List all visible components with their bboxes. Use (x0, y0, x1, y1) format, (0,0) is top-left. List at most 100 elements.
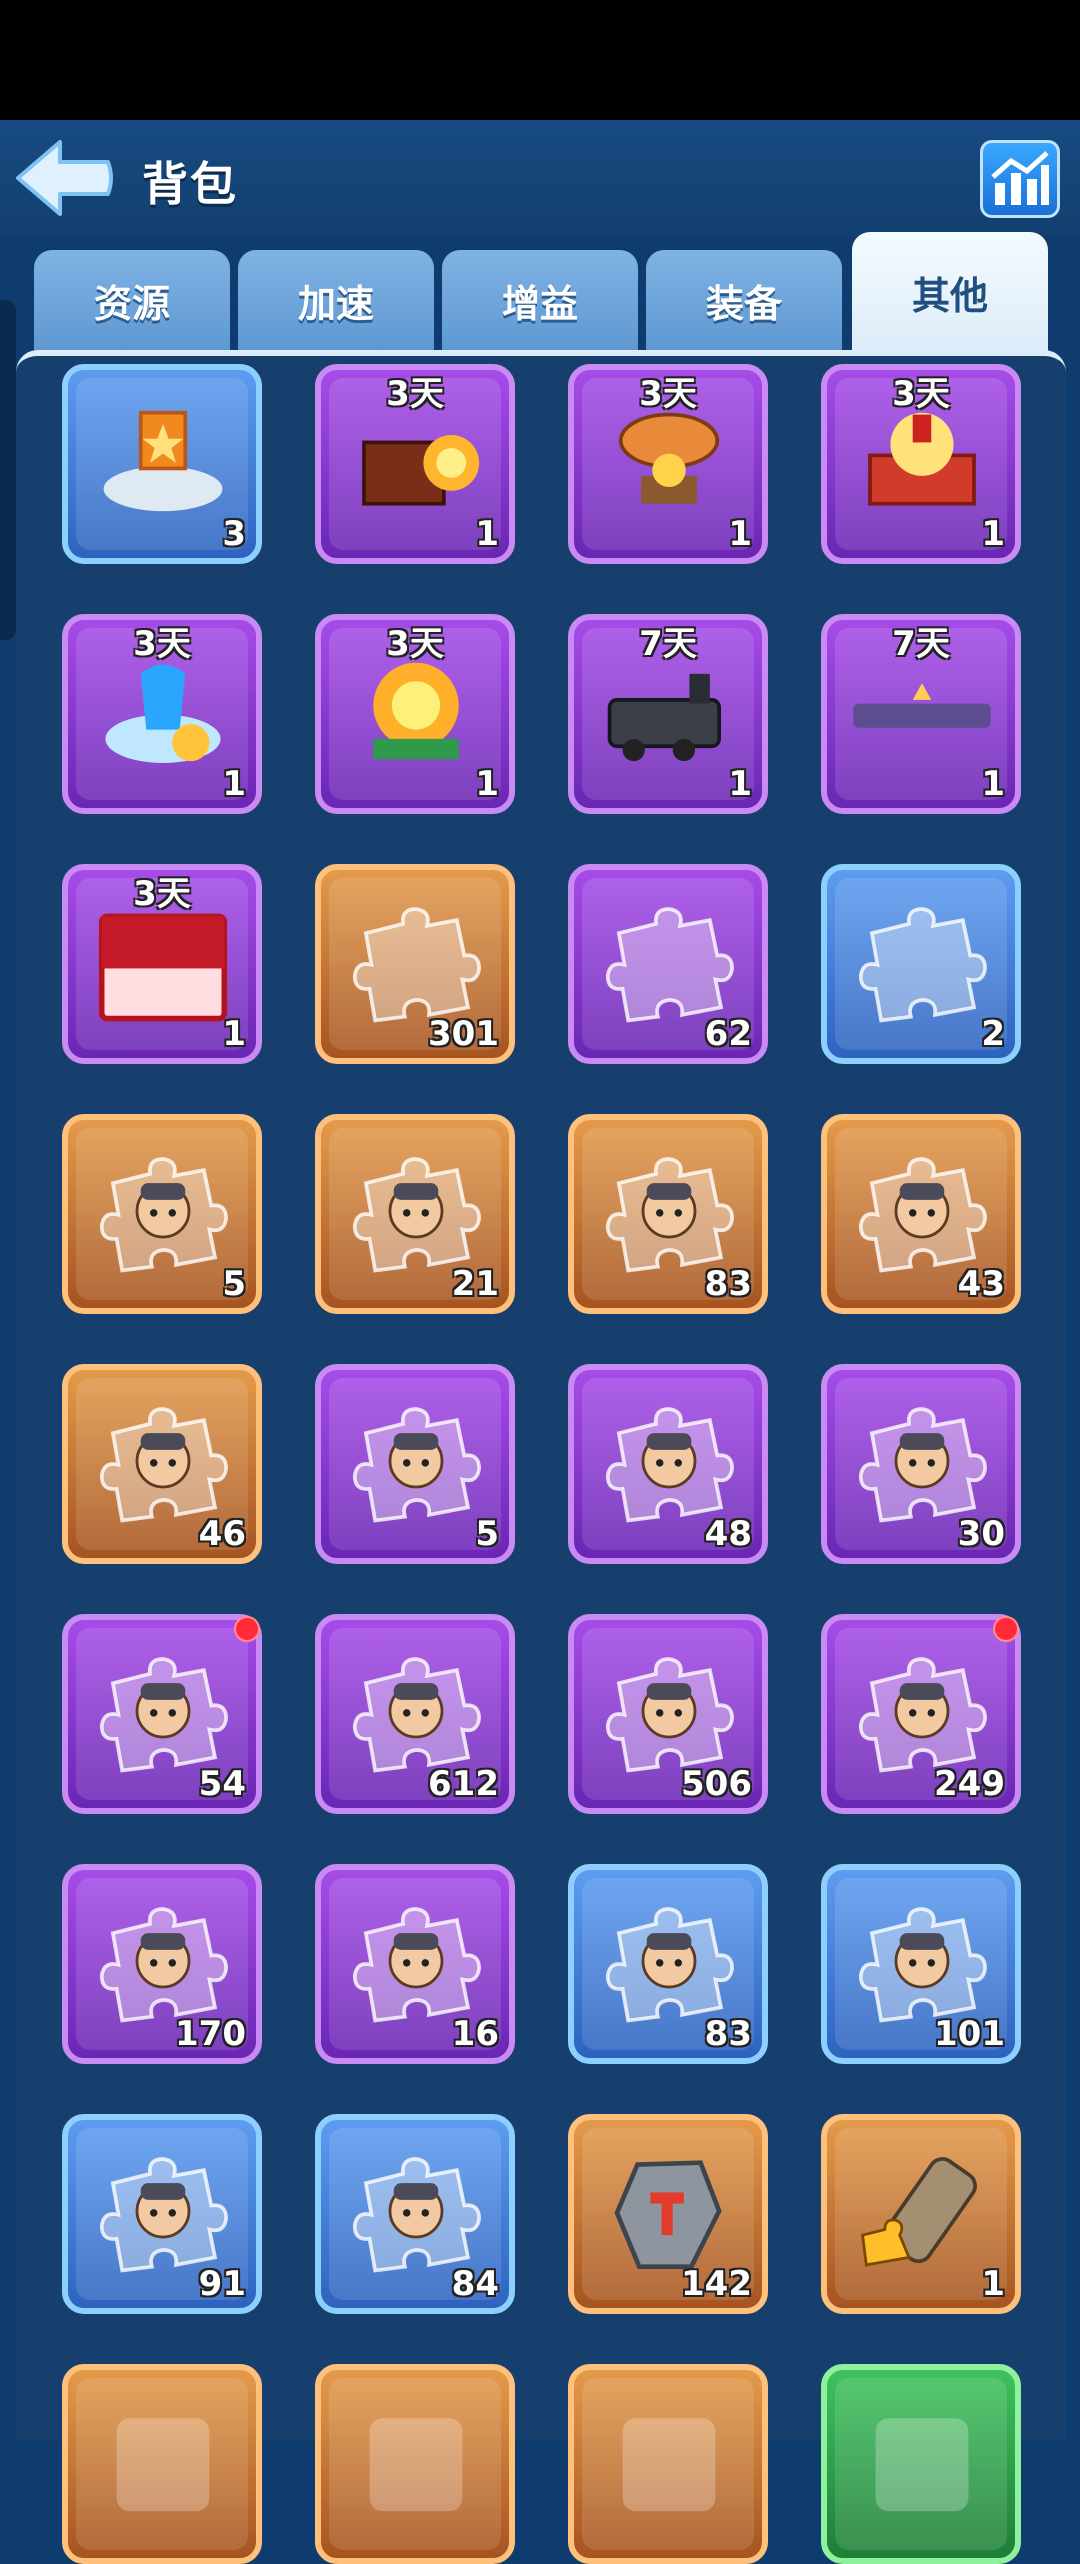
tab-equipment[interactable]: 装备 (646, 250, 842, 350)
item-count: 1 (981, 2264, 1005, 2304)
inventory-item[interactable]: 3天 1 (62, 864, 262, 1064)
inventory-item[interactable]: 43 (821, 1114, 1021, 1314)
stats-button[interactable] (980, 140, 1060, 218)
inventory-item[interactable]: 612 (315, 1614, 515, 1814)
inventory-item[interactable]: 249 (821, 1614, 1021, 1814)
hero-puzzle-icon (858, 1657, 988, 1773)
ice-dragon-decoration-icon (105, 664, 221, 763)
inventory-item[interactable]: 5 (62, 1114, 262, 1314)
inventory-item[interactable]: 3天 1 (62, 614, 262, 814)
inventory-item[interactable]: 301 (315, 864, 515, 1064)
hero-puzzle-icon (99, 1657, 229, 1773)
hero-puzzle-icon (605, 1407, 735, 1523)
item-count: 91 (198, 2264, 246, 2304)
item-count: 2 (981, 1014, 1005, 1054)
fire-furnace-decoration-icon (362, 435, 480, 506)
hero-puzzle-icon (352, 1657, 482, 1773)
inventory-item[interactable] (62, 2364, 262, 2564)
inventory-item[interactable]: 46 (62, 1364, 262, 1564)
item-count: 506 (681, 1764, 752, 1804)
item-count: 48 (704, 1514, 752, 1554)
item-count: 54 (198, 1764, 246, 1804)
hero-puzzle-icon (858, 1157, 988, 1273)
back-arrow-icon (16, 140, 113, 216)
hero-puzzle-icon (605, 1157, 735, 1273)
tab-boosts[interactable]: 增益 (442, 250, 638, 350)
item-count: 612 (428, 1764, 499, 1804)
inventory-item[interactable]: 506 (568, 1614, 768, 1814)
airship-decoration-icon (618, 412, 720, 504)
item-count: 1 (728, 764, 752, 804)
hero-puzzle-icon (352, 1907, 482, 2023)
inventory-item[interactable]: 1 (821, 2114, 1021, 2314)
hero-puzzle-icon (99, 1407, 229, 1523)
puzzle-cannon-icon (861, 2157, 977, 2267)
item-timer: 7天 (639, 624, 697, 664)
inventory-item[interactable]: 83 (568, 1864, 768, 2064)
item-timer: 7天 (892, 624, 950, 664)
item-timer: 3天 (386, 374, 444, 414)
tab-other[interactable]: 其他 (852, 232, 1048, 352)
inventory-item[interactable]: 91 (62, 2114, 262, 2314)
inventory-item[interactable]: 3天 1 (315, 364, 515, 564)
hero-puzzle-icon (352, 2157, 482, 2273)
inventory-item[interactable]: 3天 1 (568, 364, 768, 564)
item-timer: 3天 (639, 374, 697, 414)
inventory-item[interactable]: 2 (821, 864, 1021, 1064)
item-count: 101 (934, 2014, 1005, 2054)
item-count: 3 (222, 514, 246, 554)
inventory-item[interactable]: 7天 1 (568, 614, 768, 814)
tab-speedups[interactable]: 加速 (238, 250, 434, 350)
item-count: 30 (957, 1514, 1005, 1554)
back-button[interactable] (14, 138, 114, 218)
whetstone-icon (614, 2160, 722, 2270)
bar-chart-icon (991, 151, 1049, 205)
inventory-item[interactable]: 54 (62, 1614, 262, 1814)
inventory-item[interactable]: 48 (568, 1364, 768, 1564)
red-banner-frame-icon (98, 913, 228, 1022)
item-timer: 3天 (386, 624, 444, 664)
notification-dot (993, 1616, 1019, 1642)
puzzle-piece-icon (605, 907, 735, 1023)
item-count: 43 (957, 1264, 1005, 1304)
emblem-plaza-icon (103, 410, 223, 512)
inventory-item[interactable] (821, 2364, 1021, 2564)
inventory-item[interactable]: 3天 1 (315, 614, 515, 814)
item-count: 84 (451, 2264, 499, 2304)
inventory-item[interactable]: 62 (568, 864, 768, 1064)
item-count: 1 (475, 514, 499, 554)
notification-dot (234, 1616, 260, 1642)
inventory-item[interactable]: 3天 1 (821, 364, 1021, 564)
item-icon (369, 2418, 463, 2512)
hero-puzzle-icon (858, 1407, 988, 1523)
status-bar (0, 0, 1080, 120)
inventory-item[interactable]: 3 (62, 364, 262, 564)
hero-puzzle-icon (605, 1657, 735, 1773)
item-timer: 3天 (133, 624, 191, 664)
locomotive-icon (607, 673, 721, 762)
inventory-item[interactable]: 83 (568, 1114, 768, 1314)
inventory-item[interactable]: 5 (315, 1364, 515, 1564)
inventory-item[interactable]: 16 (315, 1864, 515, 2064)
item-count: 62 (704, 1014, 752, 1054)
inventory-item[interactable] (568, 2364, 768, 2564)
inventory-item[interactable]: 142 (568, 2114, 768, 2314)
inventory-item[interactable]: 7天 1 (821, 614, 1021, 814)
inventory-item[interactable]: 101 (821, 1864, 1021, 2064)
hero-puzzle-icon (99, 1157, 229, 1273)
fire-dragon-decoration-icon (373, 662, 459, 760)
item-count: 1 (222, 1014, 246, 1054)
inventory-item[interactable]: 170 (62, 1864, 262, 2064)
inventory-item[interactable]: 84 (315, 2114, 515, 2314)
side-handle[interactable] (0, 300, 16, 640)
tab-resources[interactable]: 资源 (34, 250, 230, 350)
inventory-item[interactable] (315, 2364, 515, 2564)
item-count: 170 (175, 2014, 246, 2054)
item-count: 83 (704, 1264, 752, 1304)
item-count: 5 (222, 1264, 246, 1304)
item-count: 1 (222, 764, 246, 804)
inventory-item[interactable]: 21 (315, 1114, 515, 1314)
hero-puzzle-icon (352, 1407, 482, 1523)
inventory-item[interactable]: 30 (821, 1364, 1021, 1564)
hero-puzzle-icon (352, 1157, 482, 1273)
